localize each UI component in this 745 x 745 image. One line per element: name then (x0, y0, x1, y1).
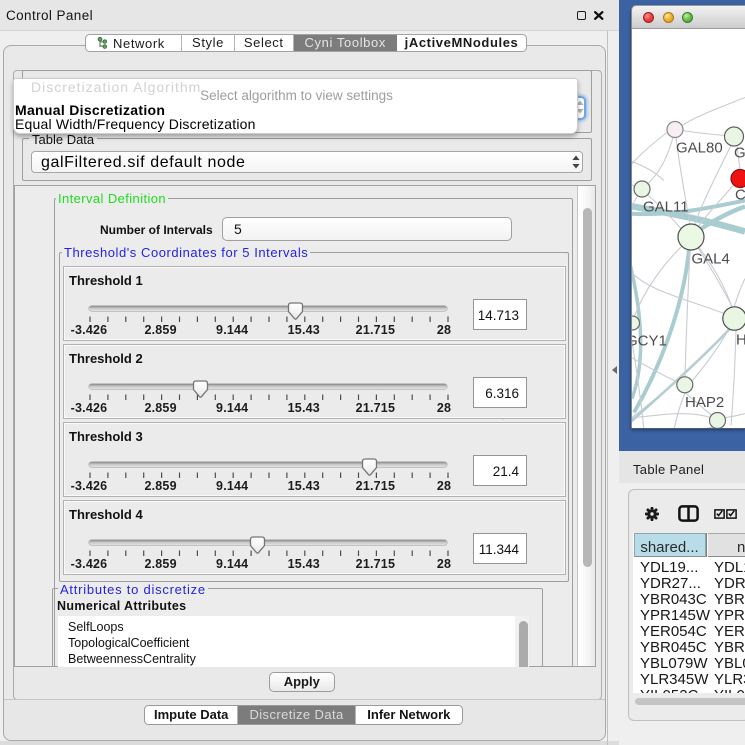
svg-text:H: H (736, 331, 745, 348)
svg-text:GAL11: GAL11 (643, 198, 689, 215)
svg-text:GAL4: GAL4 (692, 250, 730, 267)
svg-text:GA: GA (734, 144, 745, 161)
svg-text:C: C (735, 186, 745, 203)
svg-text:GCY1: GCY1 (632, 332, 667, 349)
svg-text:GAL80: GAL80 (676, 139, 723, 156)
svg-text:HAP2: HAP2 (685, 394, 724, 411)
